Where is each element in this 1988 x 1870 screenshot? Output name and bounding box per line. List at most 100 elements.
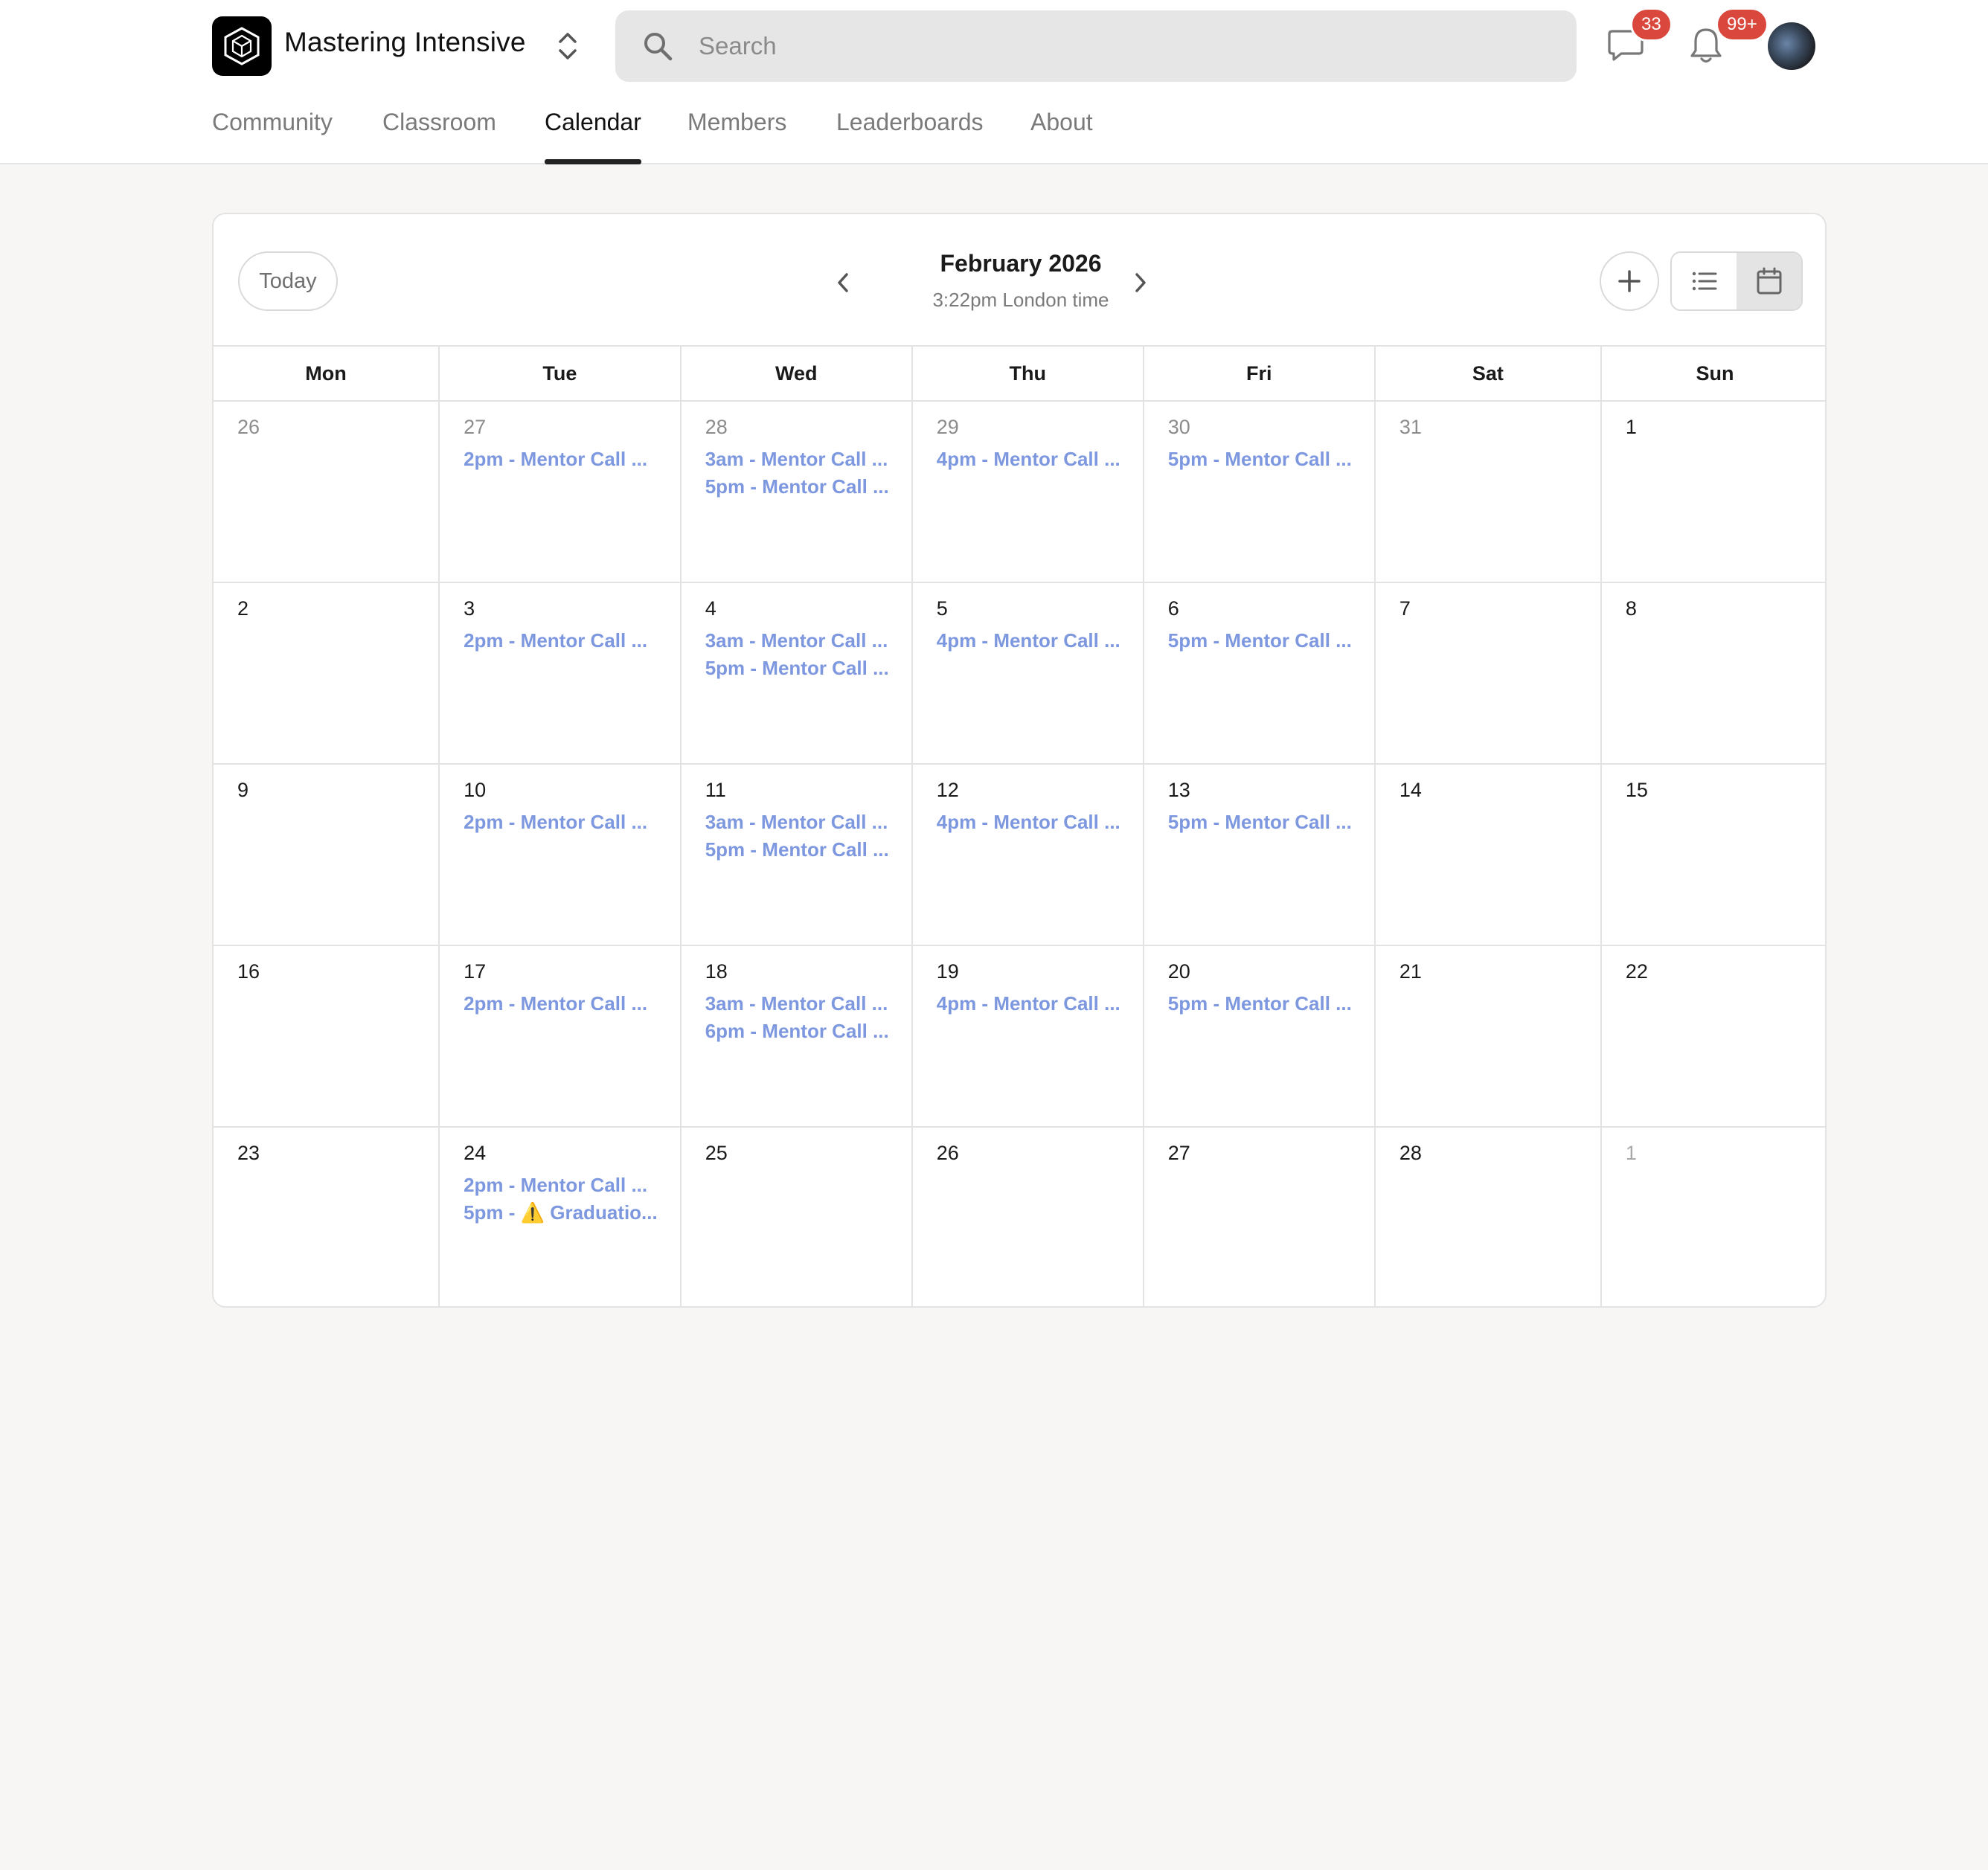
- calendar-event[interactable]: 3am - Mentor Call ...: [705, 811, 889, 833]
- calendar-event[interactable]: 3am - Mentor Call ...: [705, 448, 889, 470]
- day-cell[interactable]: 11 3am - Mentor Call ... 5pm - Mentor Call…: [681, 765, 913, 946]
- tab-community[interactable]: Community: [212, 109, 333, 164]
- tab-leaderboards[interactable]: Leaderboards: [836, 109, 983, 164]
- day-cell[interactable]: 30 5pm - Mentor Call ...: [1144, 402, 1376, 583]
- tab-calendar[interactable]: Calendar: [545, 109, 641, 164]
- day-cell[interactable]: 7: [1375, 583, 1602, 765]
- calendar-event[interactable]: 4pm - Mentor Call ...: [937, 811, 1120, 833]
- day-cell[interactable]: 9: [214, 765, 440, 946]
- search-bar[interactable]: [615, 10, 1577, 82]
- day-number: 4: [705, 597, 716, 620]
- day-cell[interactable]: 28 3am - Mentor Call ... 5pm - Mentor Call…: [681, 402, 913, 583]
- calendar-event[interactable]: 5pm - Mentor Call ...: [705, 657, 889, 679]
- calendar-event[interactable]: 4pm - Mentor Call ...: [937, 448, 1120, 470]
- chevron-up-down-icon[interactable]: [554, 28, 582, 64]
- day-cell[interactable]: 19 4pm - Mentor Call ...: [912, 946, 1144, 1128]
- day-cell[interactable]: 29 4pm - Mentor Call ...: [912, 402, 1144, 583]
- day-cell[interactable]: 2: [214, 583, 440, 765]
- day-cell[interactable]: 26: [913, 1128, 1144, 1306]
- list-icon: [1692, 271, 1716, 291]
- calendar-event[interactable]: 5pm - Mentor Call ...: [1168, 992, 1352, 1015]
- group-name[interactable]: Mastering Intensive: [284, 27, 526, 58]
- calendar-event[interactable]: 2pm - Mentor Call ...: [464, 1174, 658, 1196]
- day-cell[interactable]: 26: [214, 402, 440, 583]
- calendar-event[interactable]: 5pm - Mentor Call ...: [705, 475, 889, 498]
- search-input[interactable]: [699, 25, 1547, 67]
- day-number: 16: [237, 960, 260, 983]
- day-cell[interactable]: 13 5pm - Mentor Call ...: [1144, 765, 1376, 946]
- month-title: February 2026: [940, 250, 1102, 277]
- day-cell[interactable]: 17 2pm - Mentor Call ...: [440, 946, 682, 1128]
- calendar-event[interactable]: 5pm - Mentor Call ...: [1168, 811, 1352, 833]
- day-cell[interactable]: 20 5pm - Mentor Call ...: [1144, 946, 1376, 1128]
- add-event-button[interactable]: [1600, 251, 1659, 311]
- local-time-label: 3:22pm London time: [932, 289, 1109, 311]
- day-cell[interactable]: 1: [1601, 402, 1825, 583]
- weekday-header: Thu: [912, 347, 1144, 402]
- tab-about[interactable]: About: [1030, 109, 1093, 164]
- calendar-event[interactable]: 5pm - Mentor Call ...: [705, 838, 889, 861]
- day-number: 21: [1399, 960, 1422, 983]
- day-number: 24: [464, 1142, 487, 1164]
- day-cell[interactable]: 4 3am - Mentor Call ... 5pm - Mentor Call …: [681, 583, 913, 765]
- day-number: 3: [464, 597, 475, 620]
- day-number: 30: [1167, 416, 1190, 438]
- day-number: 7: [1399, 597, 1411, 620]
- day-number: 27: [464, 416, 487, 438]
- next-month-button[interactable]: [1126, 266, 1155, 299]
- day-cell[interactable]: 23: [214, 1128, 440, 1306]
- calendar-event[interactable]: 5pm - Mentor Call ...: [1168, 629, 1352, 652]
- day-number: 1: [1625, 416, 1637, 438]
- day-cell[interactable]: 31: [1375, 402, 1602, 583]
- day-cell[interactable]: 15: [1601, 765, 1825, 946]
- day-cell[interactable]: 21: [1375, 946, 1602, 1128]
- day-cell[interactable]: 3 2pm - Mentor Call ...: [440, 583, 682, 765]
- day-cell[interactable]: 1: [1602, 1128, 1825, 1306]
- day-cell[interactable]: 16: [214, 946, 440, 1128]
- day-cell[interactable]: 10 2pm - Mentor Call ...: [440, 765, 682, 946]
- day-cell[interactable]: 18 3am - Mentor Call ... 6pm - Mentor Call…: [681, 946, 913, 1128]
- day-cell[interactable]: 28: [1376, 1128, 1602, 1306]
- chat-count-badge: 33: [1630, 7, 1673, 42]
- day-cell[interactable]: 24 2pm - Mentor Call ... 5pm - ⚠️ Graduati…: [440, 1128, 682, 1306]
- avatar[interactable]: [1768, 22, 1815, 70]
- day-number: 9: [237, 779, 249, 801]
- calendar-event[interactable]: 5pm - Mentor Call ...: [1168, 448, 1352, 470]
- day-cell[interactable]: 5 4pm - Mentor Call ...: [912, 583, 1144, 765]
- calendar-event[interactable]: 2pm - Mentor Call ...: [464, 448, 658, 470]
- day-number: 26: [237, 416, 260, 438]
- day-number: 11: [705, 779, 726, 801]
- calendar-event[interactable]: 4pm - Mentor Call ...: [937, 992, 1120, 1015]
- day-cell[interactable]: 14: [1375, 765, 1602, 946]
- day-cell[interactable]: 12 4pm - Mentor Call ...: [912, 765, 1144, 946]
- cube-logo-icon[interactable]: [212, 16, 272, 76]
- search-icon: [642, 30, 673, 62]
- day-cell[interactable]: 8: [1601, 583, 1825, 765]
- calendar-event[interactable]: 4pm - Mentor Call ...: [937, 629, 1120, 652]
- day-number: 6: [1167, 597, 1179, 620]
- calendar-event[interactable]: 2pm - Mentor Call ...: [464, 629, 658, 652]
- calendar-event[interactable]: 2pm - Mentor Call ...: [464, 811, 658, 833]
- calendar-event[interactable]: 2pm - Mentor Call ...: [464, 992, 658, 1015]
- day-number: 17: [464, 960, 487, 983]
- day-number: 23: [237, 1142, 260, 1164]
- day-cell[interactable]: 27 2pm - Mentor Call ...: [440, 402, 682, 583]
- day-number: 15: [1625, 779, 1648, 801]
- day-number: 19: [936, 960, 959, 983]
- day-cell[interactable]: 27: [1144, 1128, 1376, 1306]
- tab-classroom[interactable]: Classroom: [382, 109, 496, 164]
- calendar-event[interactable]: 3am - Mentor Call ...: [705, 992, 889, 1015]
- notification-count-badge: 99+: [1716, 7, 1769, 42]
- tab-members[interactable]: Members: [687, 109, 786, 164]
- weekday-header: Sat: [1375, 347, 1602, 402]
- day-cell[interactable]: 6 5pm - Mentor Call ...: [1144, 583, 1376, 765]
- day-cell[interactable]: 22: [1601, 946, 1825, 1128]
- calendar-event[interactable]: 3am - Mentor Call ...: [705, 629, 889, 652]
- day-cell[interactable]: 25: [682, 1128, 913, 1306]
- calendar-view-button[interactable]: [1737, 253, 1801, 309]
- weekday-header: Fri: [1144, 347, 1376, 402]
- list-view-button[interactable]: [1672, 253, 1737, 309]
- calendar-event[interactable]: 5pm - ⚠️ Graduatio...: [464, 1201, 658, 1224]
- calendar-event[interactable]: 6pm - Mentor Call ...: [705, 1020, 889, 1042]
- day-number: 18: [705, 960, 728, 983]
